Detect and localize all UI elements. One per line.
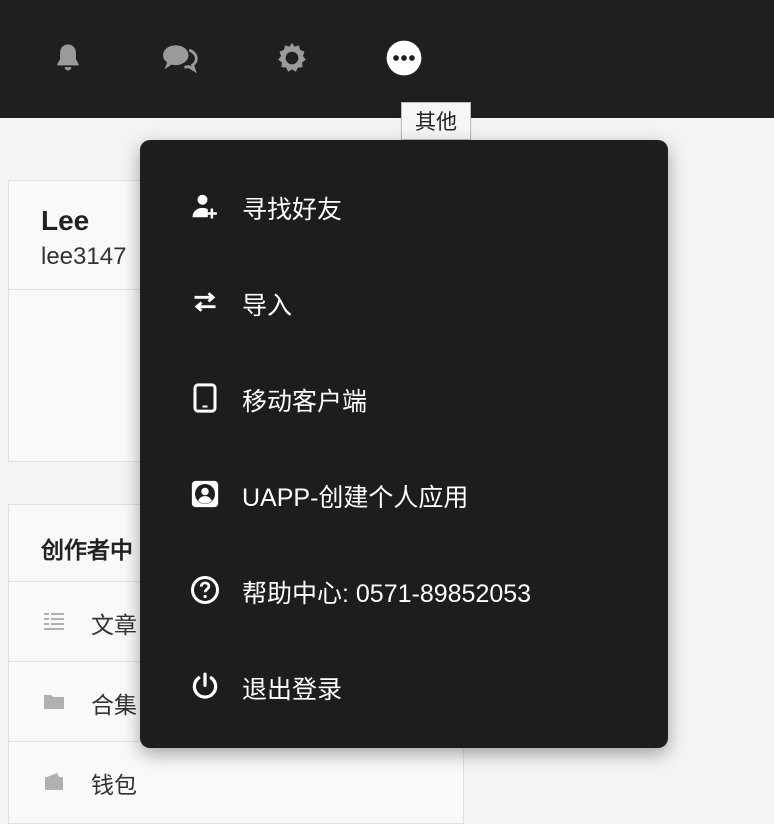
more-dropdown-menu: 寻找好友 导入 移动客户端 UAPP-创建个人应用 帮助中心: 0571-898… bbox=[140, 140, 668, 748]
messages-button[interactable] bbox=[158, 36, 202, 80]
notifications-button[interactable] bbox=[46, 36, 90, 80]
menu-item-find-friends[interactable]: 寻找好友 bbox=[140, 158, 668, 254]
menu-item-logout[interactable]: 退出登录 bbox=[140, 638, 668, 734]
list-icon bbox=[44, 613, 64, 630]
menu-item-uapp[interactable]: UAPP-创建个人应用 bbox=[140, 446, 668, 542]
app-user-icon bbox=[190, 479, 220, 509]
more-icon bbox=[386, 40, 422, 76]
more-tooltip: 其他 bbox=[401, 102, 471, 140]
tablet-icon bbox=[190, 383, 220, 413]
menu-item-mobile-client[interactable]: 移动客户端 bbox=[140, 350, 668, 446]
creator-item-label: 合集 bbox=[91, 692, 137, 718]
swap-icon bbox=[190, 287, 220, 317]
gear-icon bbox=[278, 42, 306, 72]
wallet-icon bbox=[45, 773, 63, 790]
top-navbar bbox=[0, 0, 774, 118]
menu-item-label: 寻找好友 bbox=[242, 196, 343, 224]
bell-icon bbox=[57, 44, 79, 71]
menu-item-label: 帮助中心: 0571-89852053 bbox=[242, 580, 532, 608]
menu-item-label: UAPP-创建个人应用 bbox=[242, 484, 469, 512]
menu-item-import[interactable]: 导入 bbox=[140, 254, 668, 350]
creator-item-label: 文章 bbox=[91, 612, 137, 638]
add-user-icon bbox=[190, 191, 220, 221]
menu-item-label: 导入 bbox=[242, 292, 293, 320]
profile-handle: lee3147 bbox=[41, 243, 127, 270]
settings-button[interactable] bbox=[270, 36, 314, 80]
menu-item-help-center[interactable]: 帮助中心: 0571-89852053 bbox=[140, 542, 668, 638]
more-button[interactable] bbox=[382, 36, 426, 80]
menu-item-label: 移动客户端 bbox=[242, 388, 368, 416]
creator-item-wallet[interactable]: 钱包 bbox=[9, 741, 463, 822]
creator-item-label: 钱包 bbox=[91, 772, 137, 798]
creator-center-title: 创作者中 bbox=[41, 537, 133, 563]
folder-icon bbox=[44, 695, 64, 709]
profile-name[interactable]: Lee bbox=[41, 205, 89, 237]
chat-icon bbox=[163, 45, 198, 74]
menu-item-label: 退出登录 bbox=[242, 676, 343, 704]
help-icon bbox=[190, 575, 220, 605]
power-icon bbox=[190, 671, 220, 701]
